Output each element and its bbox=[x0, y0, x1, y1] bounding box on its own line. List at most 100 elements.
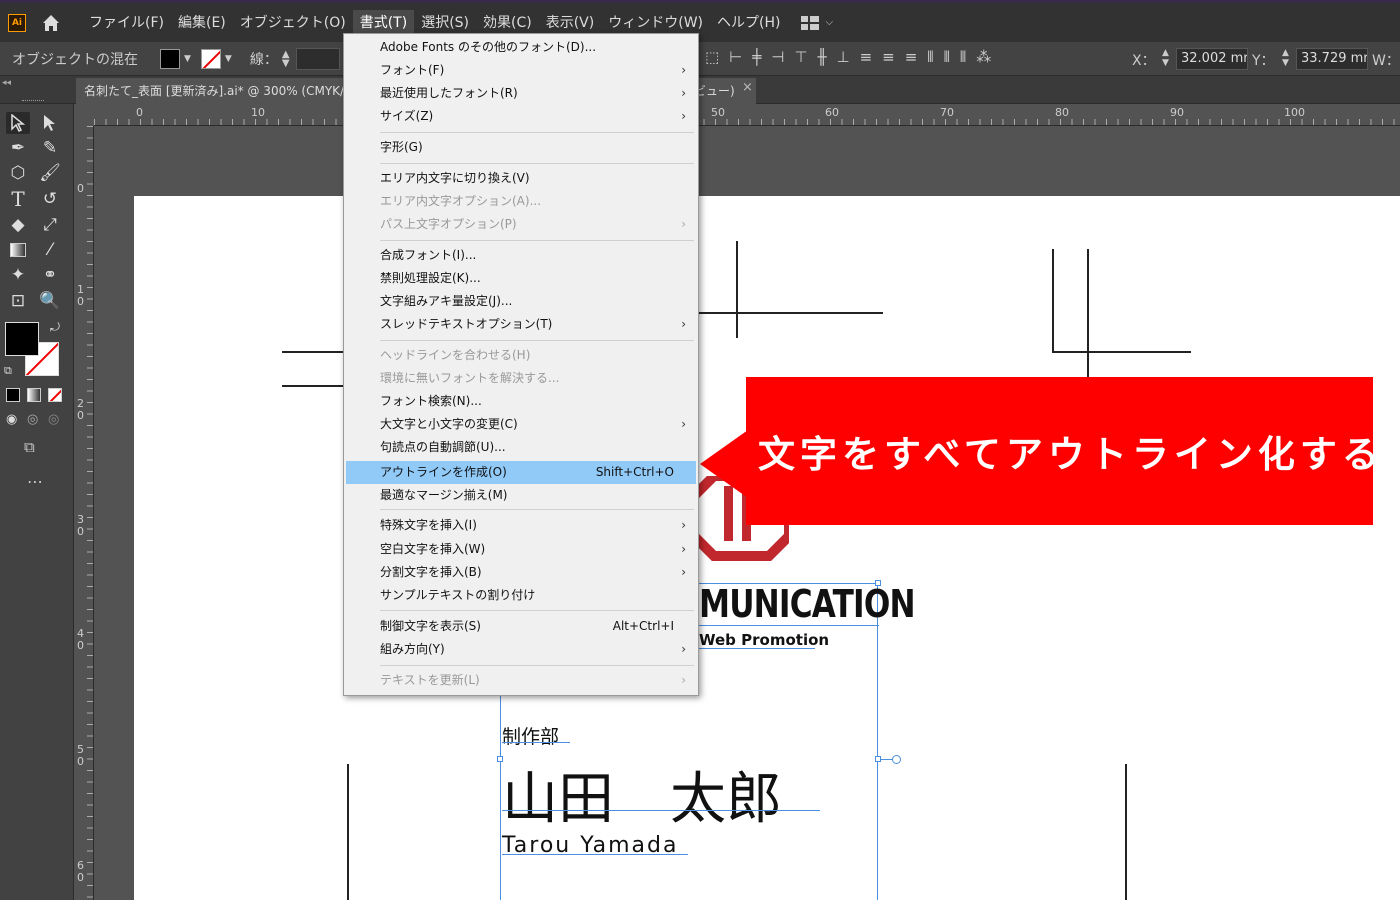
menu-item-label: 文字組みアキ量設定(J)... bbox=[380, 294, 513, 308]
home-icon[interactable] bbox=[40, 12, 62, 34]
menu-4[interactable]: 選択(S) bbox=[414, 10, 476, 36]
menu-item-18[interactable]: 最適なマージン揃え(M) bbox=[346, 484, 696, 507]
chevron-right-icon: › bbox=[681, 63, 686, 77]
free-transform-tool-icon[interactable]: ⤢ bbox=[38, 214, 62, 236]
screen-mode-icon[interactable]: ⧉ bbox=[24, 438, 35, 456]
fill-swatch[interactable] bbox=[160, 48, 180, 69]
gradient-mode-icon[interactable] bbox=[27, 388, 41, 402]
menu-0[interactable]: ファイル(F) bbox=[82, 10, 171, 36]
align-hcenter-icon[interactable]: ╪ bbox=[752, 48, 761, 66]
menu-item-label: 禁則処理設定(K)... bbox=[380, 271, 481, 285]
artboard[interactable]: MUNICATION Web Promotion 制作部 山田 太郎 Tarou… bbox=[134, 196, 1400, 900]
align-left-icon[interactable]: ⊢ bbox=[729, 48, 742, 66]
color-mode-icon[interactable] bbox=[6, 388, 20, 402]
menu-item-19[interactable]: 特殊文字を挿入(I) › bbox=[346, 514, 696, 537]
menu-6[interactable]: 表示(V) bbox=[539, 10, 602, 36]
menu-item-22[interactable]: サンプルテキストの割り付け bbox=[346, 584, 696, 607]
distribute-left-icon[interactable]: ⫴ bbox=[927, 48, 933, 66]
x-field[interactable]: 32.002 mr bbox=[1176, 48, 1248, 70]
align-top-icon[interactable]: ⊤ bbox=[794, 48, 807, 66]
menu-item-14[interactable]: フォント検索(N)... bbox=[346, 390, 696, 413]
distribute-hcenter-icon[interactable]: ⫴ bbox=[944, 48, 950, 66]
menu-item-20[interactable]: 空白文字を挿入(W) › bbox=[346, 538, 696, 561]
paintbrush-tool-icon[interactable]: 🖌 bbox=[38, 162, 62, 184]
stroke-stepper-icon[interactable]: ▲ ▼ bbox=[282, 49, 290, 68]
draw-behind-icon[interactable]: ◎ bbox=[27, 412, 38, 427]
name-jp-text[interactable]: 山田 太郎 bbox=[502, 754, 782, 835]
text-underline bbox=[502, 854, 688, 855]
more-tools-icon[interactable]: ⋯ bbox=[27, 472, 43, 491]
direct-selection-tool-icon[interactable] bbox=[38, 112, 62, 134]
y-field[interactable]: 33.729 mr bbox=[1296, 48, 1368, 70]
distribute-top-icon[interactable]: ≡ bbox=[860, 48, 873, 66]
menu-item-label: ヘッドラインを合わせる(H) bbox=[380, 348, 531, 362]
none-mode-icon[interactable] bbox=[48, 388, 62, 402]
department-text[interactable]: 制作部 bbox=[502, 722, 559, 749]
selection-tool-icon[interactable] bbox=[6, 112, 30, 134]
symbol-sprayer-tool-icon[interactable]: ⚭ bbox=[38, 264, 62, 286]
stroke-weight-field[interactable] bbox=[295, 47, 340, 70]
menu-item-11[interactable]: スレッドテキストオプション(T) › bbox=[346, 313, 696, 336]
rotate-tool-icon[interactable]: ↺ bbox=[38, 188, 62, 210]
close-icon[interactable]: × bbox=[742, 80, 753, 95]
menu-item-17[interactable]: アウトラインを作成(O) Shift+Ctrl+O bbox=[346, 461, 696, 484]
menu-item-23[interactable]: 制御文字を表示(S) Alt+Ctrl+I bbox=[346, 615, 696, 638]
artboard-tool-icon[interactable]: ⊡ bbox=[6, 290, 30, 312]
draw-normal-icon[interactable]: ◉ bbox=[6, 412, 17, 427]
shape-tool-icon[interactable]: ⬡ bbox=[6, 162, 30, 184]
stroke-swatch[interactable] bbox=[200, 48, 221, 69]
menu-item-3[interactable]: サイズ(Z) › bbox=[346, 105, 696, 128]
menu-item-label: 字形(G) bbox=[380, 140, 423, 154]
menu-item-9[interactable]: 禁則処理設定(K)... bbox=[346, 267, 696, 290]
thread-out-port[interactable] bbox=[892, 755, 901, 764]
menu-3[interactable]: 書式(T) bbox=[352, 9, 415, 36]
menu-item-4[interactable]: 字形(G) bbox=[346, 136, 696, 159]
align-bottom-icon[interactable]: ⊥ bbox=[836, 48, 849, 66]
menu-2[interactable]: オブジェクト(O) bbox=[233, 10, 353, 36]
align-right-icon[interactable]: ⊣ bbox=[771, 48, 784, 66]
fill-color-box[interactable] bbox=[5, 322, 39, 356]
crop-mark bbox=[282, 351, 344, 353]
pen-tool-icon[interactable]: ✒ bbox=[6, 137, 30, 159]
menu-item-15[interactable]: 大文字と小文字の変更(C) › bbox=[346, 413, 696, 436]
eraser-tool-icon[interactable]: ◆ bbox=[6, 214, 30, 236]
menu-item-8[interactable]: 合成フォント(I)... bbox=[346, 244, 696, 267]
logo-text[interactable]: MUNICATION bbox=[699, 582, 916, 626]
menu-separator bbox=[380, 610, 694, 611]
transform-icon[interactable]: ⬚ bbox=[705, 48, 719, 66]
chevron-down-icon[interactable]: ▼ bbox=[225, 54, 232, 64]
menu-item-5[interactable]: エリア内文字に切り換え(V) bbox=[346, 167, 696, 190]
menu-8[interactable]: ヘルプ(H) bbox=[710, 10, 787, 36]
menu-item-21[interactable]: 分割文字を挿入(B) › bbox=[346, 561, 696, 584]
distribute-bottom-icon[interactable]: ≡ bbox=[905, 48, 918, 66]
menu-5[interactable]: 効果(C) bbox=[476, 10, 539, 36]
menu-item-10[interactable]: 文字組みアキ量設定(J)... bbox=[346, 290, 696, 313]
swap-fill-stroke-icon[interactable]: ⤾ bbox=[50, 320, 60, 335]
menu-7[interactable]: ウィンドウ(W) bbox=[601, 10, 710, 36]
workspace-switcher[interactable]: ⌵ bbox=[801, 15, 833, 30]
collapse-panel-icon[interactable]: ◂◂ bbox=[2, 78, 11, 88]
draw-inside-icon[interactable]: ◎ bbox=[48, 412, 59, 427]
menu-item-1[interactable]: フォント(F) › bbox=[346, 59, 696, 82]
y-stepper-icon[interactable]: ▲ ▼ bbox=[1282, 48, 1289, 68]
zoom-tool-icon[interactable]: 🔍 bbox=[38, 290, 62, 312]
curvature-tool-icon[interactable]: ✎ bbox=[38, 137, 62, 159]
menu-1[interactable]: 編集(E) bbox=[171, 10, 233, 36]
default-colors-icon[interactable]: ⧉ bbox=[4, 364, 12, 378]
tagline-text[interactable]: Web Promotion bbox=[699, 631, 829, 649]
chevron-down-icon[interactable]: ▼ bbox=[184, 54, 191, 64]
menu-item-24[interactable]: 組み方向(Y) › bbox=[346, 638, 696, 661]
reference-point-icon[interactable]: ⁂ bbox=[976, 48, 991, 66]
text-underline bbox=[699, 648, 815, 649]
menu-item-16[interactable]: 句読点の自動調節(U)... bbox=[346, 436, 696, 459]
menu-item-2[interactable]: 最近使用したフォント(R) › bbox=[346, 82, 696, 105]
gradient-tool-icon[interactable] bbox=[6, 239, 30, 261]
distribute-right-icon[interactable]: ⫴ bbox=[960, 48, 966, 66]
x-stepper-icon[interactable]: ▲ ▼ bbox=[1162, 48, 1169, 68]
align-vcenter-icon[interactable]: ╫ bbox=[817, 48, 826, 66]
menu-item-0[interactable]: Adobe Fonts のその他のフォント(D)... bbox=[346, 36, 696, 59]
blend-tool-icon[interactable]: ✦ bbox=[6, 264, 30, 286]
distribute-vcenter-icon[interactable]: ≡ bbox=[882, 48, 895, 66]
eyedropper-tool-icon[interactable]: ⁄ bbox=[38, 239, 62, 261]
type-tool-icon[interactable]: T bbox=[6, 187, 30, 211]
